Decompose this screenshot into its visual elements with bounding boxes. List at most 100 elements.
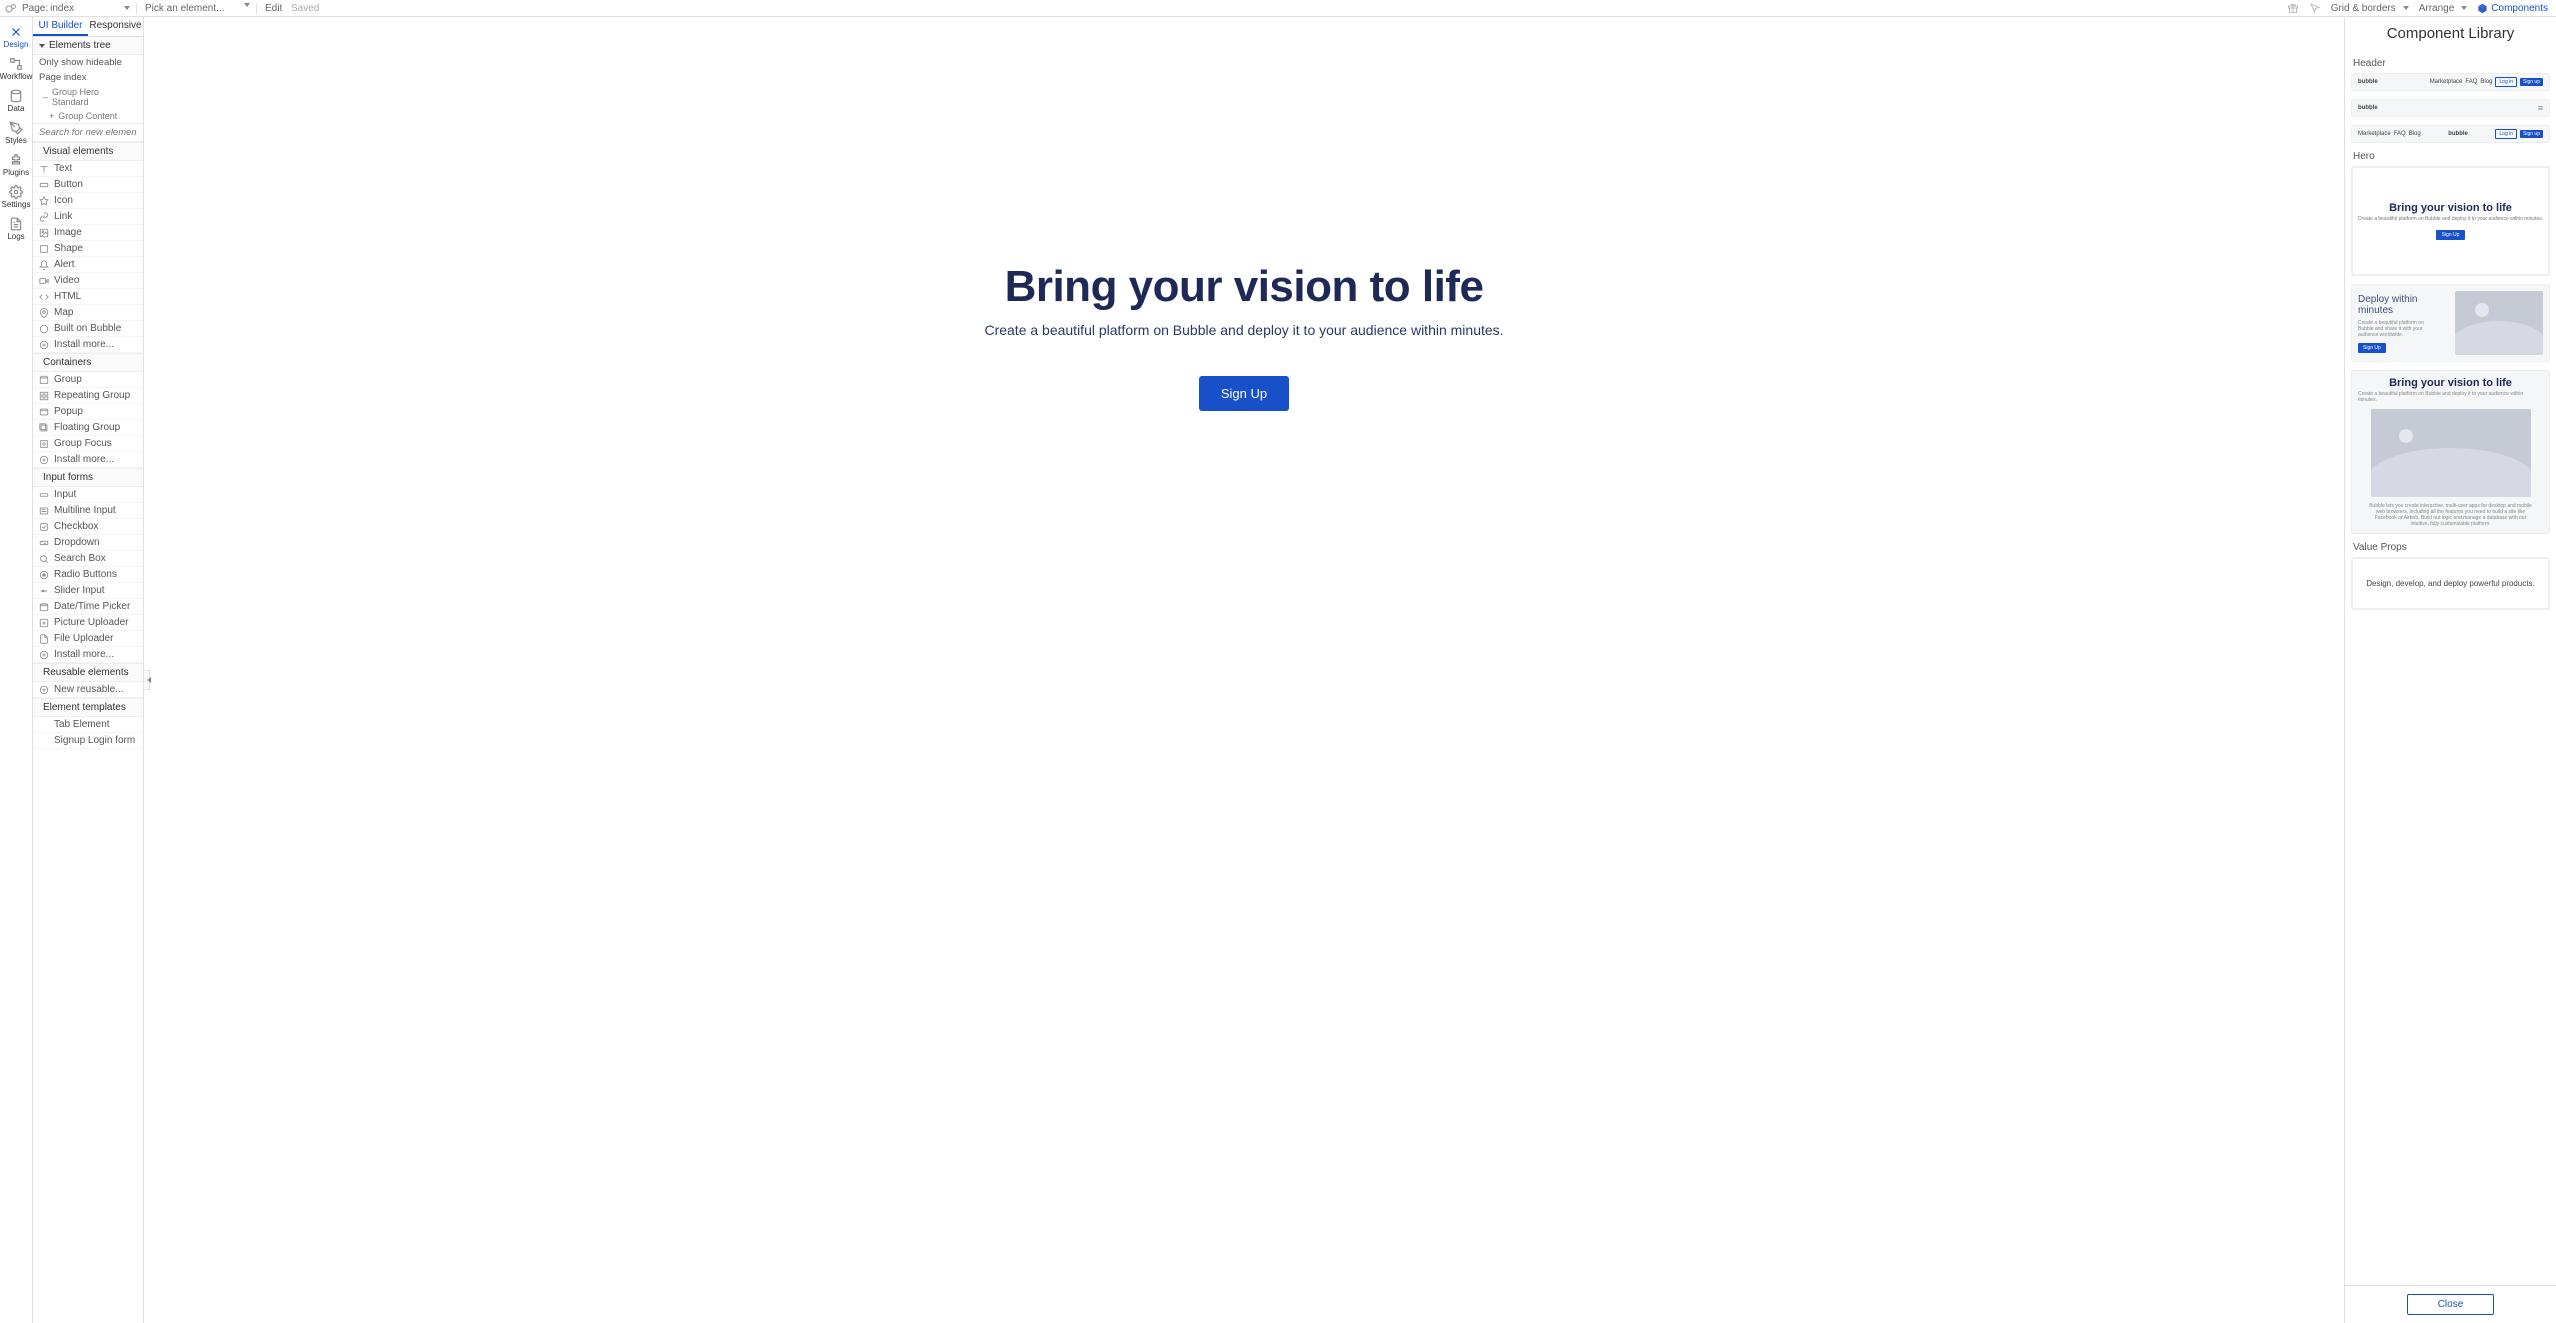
floating-group-icon	[39, 423, 49, 433]
tree-group-content-label: Group Content	[58, 111, 117, 121]
containers-item[interactable]: Group	[33, 372, 143, 388]
visual-item[interactable]: Link	[33, 209, 143, 225]
tab-responsive[interactable]: Responsive	[88, 17, 143, 36]
visual-item[interactable]: Alert	[33, 257, 143, 273]
inputs-item-label: Search Box	[54, 553, 106, 564]
header-component-3[interactable]: Marketplace FAQ Blog bubble Log in Sign …	[2351, 125, 2550, 143]
containers-item[interactable]: Install more...	[33, 452, 143, 468]
inputs-head[interactable]: Input forms	[33, 468, 143, 487]
page-dropdown[interactable]: Page: index	[22, 3, 137, 14]
rail-plugins[interactable]: Plugins	[0, 149, 32, 181]
visual-item[interactable]: Built on Bubble	[33, 321, 143, 337]
visual-item[interactable]: Image	[33, 225, 143, 241]
built-on-bubble-icon	[39, 324, 49, 334]
reusable-head[interactable]: Reusable elements	[33, 663, 143, 682]
cursor-icon[interactable]	[2309, 2, 2321, 14]
inputs-item-label: File Uploader	[54, 633, 113, 644]
rail-workflow-label: Workflow	[0, 72, 32, 81]
canvas[interactable]: Bring your vision to life Create a beaut…	[144, 17, 2344, 1323]
edit-label[interactable]: Edit	[265, 3, 282, 14]
rail-design[interactable]: Design	[0, 21, 32, 53]
hero-component-3[interactable]: Bring your vision to life Create a beaut…	[2351, 370, 2550, 534]
component-library-panel: Component Library Header bubble Marketpl…	[2344, 17, 2556, 1323]
visual-item-label: Install more...	[54, 339, 114, 350]
hero-component-2[interactable]: Deploy within minutes Create a beautiful…	[2351, 284, 2550, 362]
rail-plugins-label: Plugins	[3, 168, 29, 177]
header-component-1[interactable]: bubble Marketplace FAQ Blog Log in Sign …	[2351, 73, 2550, 91]
rail-settings[interactable]: Settings	[0, 181, 32, 213]
rail-workflow[interactable]: Workflow	[0, 53, 32, 85]
header-component-2[interactable]: bubble ≡	[2351, 99, 2550, 117]
visual-item[interactable]: Shape	[33, 241, 143, 257]
elements-tree-label: Elements tree	[49, 40, 111, 51]
tab-ui-builder[interactable]: UI Builder	[33, 17, 88, 36]
hero-subtitle[interactable]: Create a beautiful platform on Bubble an…	[984, 322, 1503, 338]
inputs-item-label: Radio Buttons	[54, 569, 117, 580]
inputs-item[interactable]: Install more...	[33, 647, 143, 663]
hero-title[interactable]: Bring your vision to life	[984, 262, 1503, 312]
lib-section-hero: Hero	[2353, 151, 2548, 162]
inputs-item[interactable]: Input	[33, 487, 143, 503]
inputs-item[interactable]: Picture Uploader	[33, 615, 143, 631]
rail-settings-label: Settings	[2, 200, 31, 209]
templates-item[interactable]: Tab Element	[33, 717, 143, 733]
tree-page[interactable]: Page index	[33, 70, 143, 85]
containers-item[interactable]: Floating Group	[33, 420, 143, 436]
mini-nav-item: Marketplace	[2358, 131, 2391, 137]
templates-item-label: Tab Element	[54, 719, 110, 730]
group-focus-icon	[39, 439, 49, 449]
containers-head[interactable]: Containers	[33, 353, 143, 372]
mini-hero3-title: Bring your vision to life	[2389, 377, 2512, 389]
containers-item[interactable]: Repeating Group	[33, 388, 143, 404]
visual-item[interactable]: Button	[33, 177, 143, 193]
only-hideable-toggle[interactable]: Only show hideable	[33, 55, 143, 70]
templates-head[interactable]: Element templates	[33, 698, 143, 717]
inputs-item[interactable]: Checkbox	[33, 519, 143, 535]
rail-data-label: Data	[8, 104, 25, 113]
visual-item[interactable]: Text	[33, 161, 143, 177]
visual-item[interactable]: HTML	[33, 289, 143, 305]
elements-tree-head[interactable]: Elements tree	[33, 37, 143, 55]
rail-data[interactable]: Data	[0, 85, 32, 117]
date-time-picker-icon	[39, 602, 49, 612]
containers-item[interactable]: Group Focus	[33, 436, 143, 452]
reusable-item[interactable]: New reusable...	[33, 682, 143, 698]
visual-item[interactable]: Icon	[33, 193, 143, 209]
visual-item[interactable]: Map	[33, 305, 143, 321]
visual-elements-head[interactable]: Visual elements	[33, 142, 143, 161]
components-button[interactable]: Components	[2477, 3, 2548, 14]
arrange-menu[interactable]: Arrange	[2419, 3, 2468, 14]
inputs-item[interactable]: File Uploader	[33, 631, 143, 647]
hero-group[interactable]: Bring your vision to life Create a beaut…	[984, 262, 1503, 411]
components-label: Components	[2491, 3, 2548, 14]
visual-item[interactable]: Video	[33, 273, 143, 289]
inputs-item[interactable]: Multiline Input	[33, 503, 143, 519]
templates-item[interactable]: Signup Login form	[33, 733, 143, 749]
icon-icon	[39, 196, 49, 206]
rail-logs[interactable]: Logs	[0, 213, 32, 245]
mini-nav-item: Blog	[2409, 131, 2421, 137]
pick-element-dropdown[interactable]: Pick an element...	[137, 3, 257, 14]
rail-styles[interactable]: Styles	[0, 117, 32, 149]
inputs-item[interactable]: Slider Input	[33, 583, 143, 599]
inputs-item[interactable]: Radio Buttons	[33, 567, 143, 583]
search-elements-input[interactable]	[33, 123, 143, 142]
signup-button[interactable]: Sign Up	[1199, 376, 1289, 411]
tree-group-content[interactable]: + Group Content	[33, 109, 143, 123]
gift-icon[interactable]	[2287, 2, 2299, 14]
grid-borders-menu[interactable]: Grid & borders	[2331, 3, 2409, 14]
hero-component-1[interactable]: Bring your vision to life Create a beaut…	[2351, 166, 2550, 276]
inputs-item[interactable]: Date/Time Picker	[33, 599, 143, 615]
inputs-item[interactable]: Search Box	[33, 551, 143, 567]
tree-group-hero[interactable]: – Group Hero Standard	[33, 85, 143, 109]
reusable-item-label: New reusable...	[54, 684, 123, 695]
visual-item[interactable]: Install more...	[33, 337, 143, 353]
close-button[interactable]: Close	[2407, 1294, 2495, 1315]
visual-item-label: Built on Bubble	[54, 323, 121, 334]
elements-panel: UI Builder Responsive Elements tree Only…	[33, 17, 144, 1323]
collapse-panel-button[interactable]	[144, 670, 150, 690]
inputs-item-label: Date/Time Picker	[54, 601, 130, 612]
value-props-component-1[interactable]: Design, develop, and deploy powerful pro…	[2351, 557, 2550, 610]
inputs-item[interactable]: Dropdown	[33, 535, 143, 551]
containers-item[interactable]: Popup	[33, 404, 143, 420]
